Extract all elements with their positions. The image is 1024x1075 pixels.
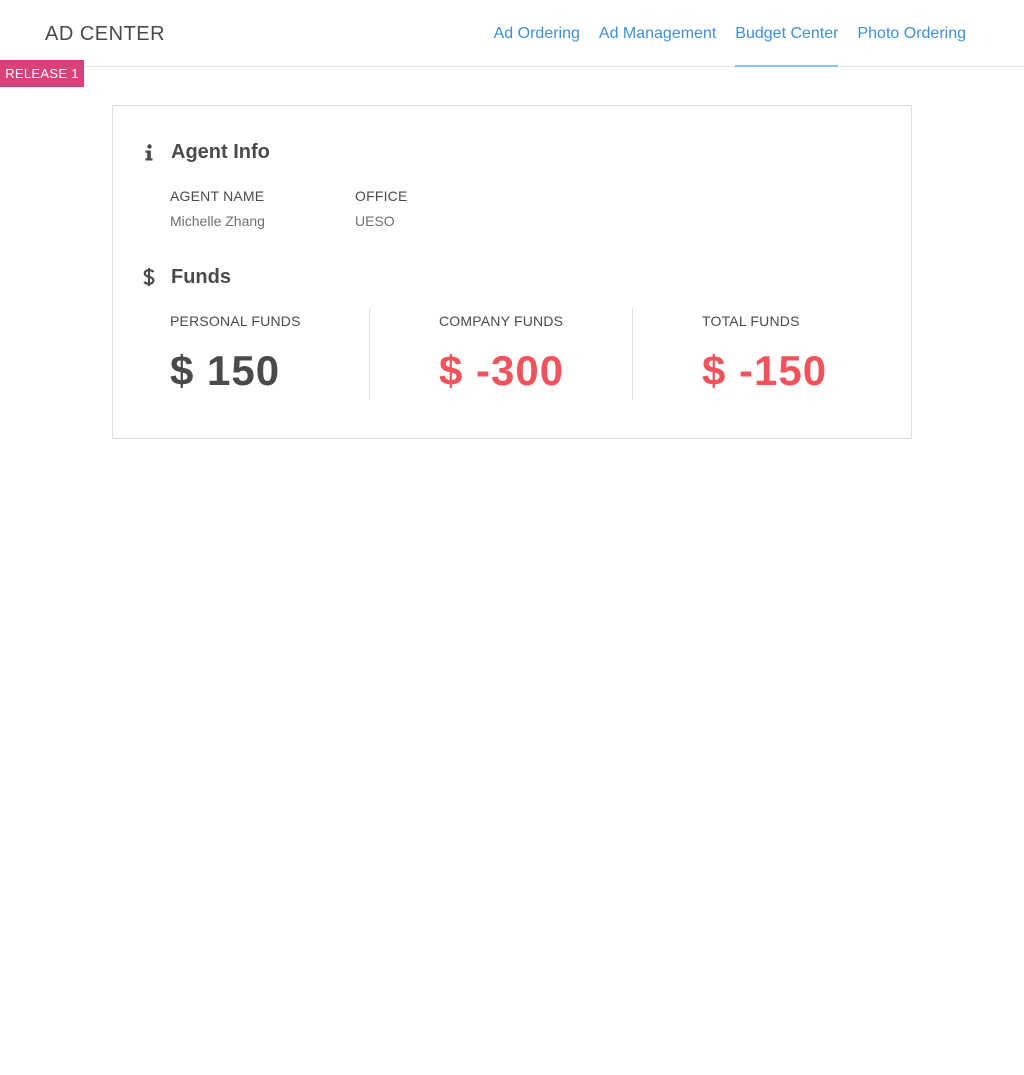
nav-ad-ordering[interactable]: Ad Ordering: [494, 0, 580, 67]
release-badge: RELEASE 1: [0, 60, 84, 87]
main-nav: Ad Ordering Ad Management Budget Center …: [475, 0, 966, 67]
personal-funds-label: PERSONAL FUNDS: [170, 313, 301, 329]
agent-name-label: AGENT NAME: [170, 188, 265, 204]
total-funds-amount: $ -150: [702, 347, 828, 394]
funds-divider: [369, 308, 370, 400]
funds-title: Funds: [171, 266, 231, 288]
agent-info-header: Agent Info: [141, 140, 270, 164]
funds-divider: [632, 308, 633, 400]
info-icon: [141, 143, 157, 161]
top-nav-bar: AD CENTER Ad Ordering Ad Management Budg…: [0, 0, 1024, 67]
agent-info-title: Agent Info: [171, 141, 270, 163]
office-value: UESO: [355, 213, 395, 229]
dollar-icon: [141, 267, 157, 287]
personal-funds-amount: $ 150: [170, 347, 281, 394]
brand-title[interactable]: AD CENTER: [45, 22, 165, 46]
budget-card: Agent Info AGENT NAME Michelle Zhang OFF…: [112, 105, 912, 439]
nav-ad-management[interactable]: Ad Management: [599, 0, 716, 67]
office-label: OFFICE: [355, 188, 408, 204]
total-funds: TOTAL FUNDS $ -150: [702, 308, 827, 400]
company-funds-amount: $ -300: [439, 347, 565, 394]
funds-header: Funds: [141, 265, 231, 289]
personal-funds: PERSONAL FUNDS $ 150: [170, 308, 301, 400]
agent-name-value: Michelle Zhang: [170, 213, 265, 229]
total-funds-label: TOTAL FUNDS: [702, 313, 800, 329]
company-funds: COMPANY FUNDS $ -300: [439, 308, 564, 400]
office-field: OFFICE UESO: [355, 187, 408, 230]
agent-name-field: AGENT NAME Michelle Zhang: [170, 187, 265, 230]
nav-photo-ordering[interactable]: Photo Ordering: [857, 0, 966, 67]
nav-budget-center[interactable]: Budget Center: [735, 0, 839, 67]
company-funds-label: COMPANY FUNDS: [439, 313, 564, 329]
